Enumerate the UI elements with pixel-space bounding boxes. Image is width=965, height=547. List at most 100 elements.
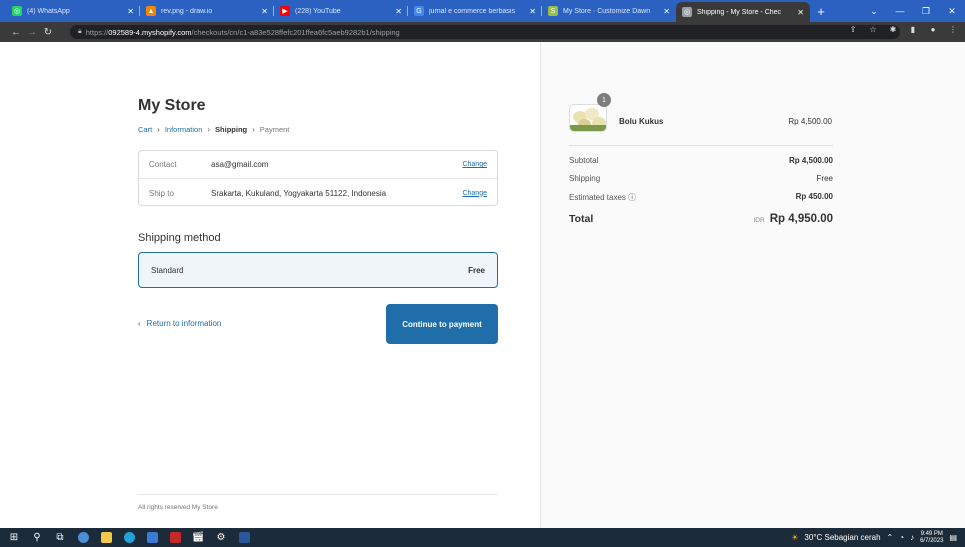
close-window-icon[interactable]: ✕ <box>939 0 965 22</box>
drawio-icon: ▲ <box>146 6 156 16</box>
window-controls: ⌄ — ❐ ✕ <box>861 0 965 22</box>
notifications-icon[interactable]: ▤ <box>949 533 957 542</box>
summary-divider <box>569 145 833 146</box>
clock[interactable]: 9:49 PM 6/7/2023 <box>920 531 943 545</box>
maximize-icon[interactable]: ❐ <box>913 0 939 22</box>
volume-icon[interactable]: ♪ <box>910 533 914 542</box>
product-name: Bolu Kukus <box>619 117 664 126</box>
search-icon[interactable]: ⚲ <box>28 528 46 547</box>
breadcrumb: Cart › Information › Shipping › Payment <box>138 125 289 134</box>
address-bar[interactable]: 🔒︎ https://092589-4.myshopify.com/checko… <box>70 25 900 39</box>
chevron-right-icon: › <box>252 125 255 134</box>
app-icon[interactable] <box>143 528 161 547</box>
movie-icon[interactable]: 🎬︎ <box>189 528 207 547</box>
ship-to-value: Srakarta, Kukuland, Yogyakarta 51122, In… <box>211 188 387 198</box>
chevron-left-icon: ‹ <box>138 319 141 328</box>
total-amount: Rp 4,950.00 <box>769 213 833 225</box>
weather-icon: ☀ <box>791 533 799 542</box>
network-icon[interactable]: ◔ <box>899 533 904 542</box>
share-icon[interactable]: ⇪ <box>847 25 859 34</box>
close-icon[interactable]: ✕ <box>395 7 402 16</box>
close-icon[interactable]: ✕ <box>797 8 804 17</box>
globe-icon: ◎ <box>682 7 692 17</box>
chevron-right-icon: › <box>207 125 211 134</box>
close-icon[interactable]: ✕ <box>127 7 134 16</box>
currency-code: IDR <box>753 217 765 224</box>
estimated-taxes-label[interactable]: Estimated taxes ⓘ <box>569 192 636 203</box>
chrome-icon[interactable] <box>74 528 92 547</box>
tab-drawio[interactable]: ▲ rev.png - draw.io ✕ <box>140 0 274 22</box>
windows-start-icon[interactable]: ⊞ <box>5 528 23 547</box>
taxes-row: Estimated taxes ⓘ Rp 450.00 <box>569 192 833 203</box>
total-row: Total IDR Rp 4,950.00 <box>569 213 833 225</box>
word-icon[interactable] <box>235 528 253 547</box>
contact-label: Contact <box>149 160 177 169</box>
google-icon: G <box>414 6 424 16</box>
continue-to-payment-button[interactable]: Continue to payment <box>386 304 498 344</box>
system-tray: ☀ 30°C Sebagian cerah ⌃ ◔ ♪ 9:49 PM 6/7/… <box>791 528 957 547</box>
shipping-option-standard[interactable]: Standard Free <box>138 252 498 288</box>
footer-divider <box>138 494 498 495</box>
task-view-icon[interactable]: ⧉ <box>51 528 69 547</box>
forward-icon[interactable]: → <box>24 27 40 38</box>
footer-text: All rights reserved My Store <box>138 504 218 511</box>
order-summary: 1 Bolu Kukus Rp 4,500.00 Subtotal Rp 4,5… <box>540 42 965 528</box>
close-icon[interactable]: ✕ <box>529 7 536 16</box>
tab-shipping-active[interactable]: ◎ Shipping - My Store - Chec ✕ <box>676 2 810 22</box>
star-icon[interactable]: ☆ <box>867 25 879 34</box>
return-to-information-link[interactable]: ‹ Return to information <box>138 319 221 328</box>
ship-to-label: Ship to <box>149 188 174 198</box>
lock-icon[interactable]: 🔒︎ <box>78 28 82 36</box>
product-image <box>569 104 607 132</box>
side-panel-icon[interactable]: ▮ <box>907 25 919 34</box>
change-contact-link[interactable]: Change <box>462 161 487 168</box>
extensions-icon[interactable]: ✱ <box>887 25 899 34</box>
profile-avatar[interactable]: ● <box>927 25 939 34</box>
tab-youtube[interactable]: ▶ (228) YouTube ✕ <box>274 0 408 22</box>
review-block: Contact asa@gmail.com Change Ship to Sra… <box>138 150 498 206</box>
shopify-icon: S <box>548 6 558 16</box>
file-explorer-icon[interactable] <box>97 528 115 547</box>
store-name[interactable]: My Store <box>138 97 206 115</box>
contact-row: Contact asa@gmail.com Change <box>139 151 497 179</box>
shipping-method-title: Shipping method <box>138 232 221 244</box>
reload-icon[interactable]: ↻ <box>40 27 56 38</box>
breadcrumb-payment: Payment <box>259 125 290 134</box>
return-label: Return to information <box>146 319 222 328</box>
breadcrumb-cart[interactable]: Cart <box>138 125 152 134</box>
checkout-page: My Store Cart › Information › Shipping ›… <box>0 42 965 528</box>
tab-google-search[interactable]: G jurnal e commerce berbasis ✕ <box>408 0 542 22</box>
ship-to-row: Ship to Srakarta, Kukuland, Yogyakarta 5… <box>139 179 497 207</box>
shipping-option-name: Standard <box>151 265 184 275</box>
shipping-option-price: Free <box>468 265 485 275</box>
chevron-right-icon: › <box>157 125 160 134</box>
breadcrumb-information[interactable]: Information <box>165 125 203 134</box>
shipping-row: Shipping Free <box>569 174 833 183</box>
toolbar-actions: ⇪ ☆ ✱ ▮ ● ⋮ <box>847 25 959 34</box>
youtube-icon: ▶ <box>280 6 290 16</box>
minimize-icon[interactable]: — <box>887 0 913 22</box>
back-icon[interactable]: ← <box>8 27 24 38</box>
subtotal-row: Subtotal Rp 4,500.00 <box>569 156 833 165</box>
close-icon[interactable]: ✕ <box>663 7 670 16</box>
new-tab-button[interactable]: + <box>810 0 832 22</box>
product-price: Rp 4,500.00 <box>788 117 832 126</box>
whatsapp-icon: ◎ <box>12 6 22 16</box>
change-address-link[interactable]: Change <box>462 190 487 197</box>
windows-taskbar: ⊞ ⚲ ⧉ 🎬︎ ⚙ ☀ 30°C Sebagian cerah ⌃ ◔ ♪ 9… <box>0 528 965 547</box>
acrobat-icon[interactable] <box>166 528 184 547</box>
contact-value: asa@gmail.com <box>211 160 269 169</box>
weather-text[interactable]: 30°C Sebagian cerah <box>804 533 880 542</box>
tab-whatsapp[interactable]: ◎ (4) WhatsApp ✕ <box>6 0 140 22</box>
tab-shopify-customize[interactable]: S My Store · Customize Dawn ✕ <box>542 0 676 22</box>
menu-icon[interactable]: ⋮ <box>947 25 959 34</box>
edge-icon[interactable] <box>120 528 138 547</box>
browser-tab-bar: ◎ (4) WhatsApp ✕ ▲ rev.png - draw.io ✕ ▶… <box>0 0 965 22</box>
browser-toolbar: ← → ↻ 🔒︎ https://092589-4.myshopify.com /… <box>0 22 965 42</box>
settings-icon[interactable]: ⚙ <box>212 528 230 547</box>
chevron-down-icon[interactable]: ⌄ <box>861 0 887 22</box>
close-icon[interactable]: ✕ <box>261 7 268 16</box>
chevron-up-icon[interactable]: ⌃ <box>887 533 894 542</box>
quantity-badge: 1 <box>597 93 611 107</box>
breadcrumb-shipping: Shipping <box>215 125 248 134</box>
